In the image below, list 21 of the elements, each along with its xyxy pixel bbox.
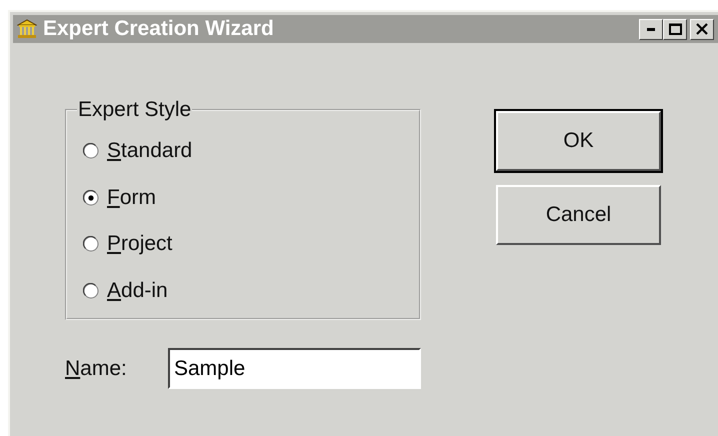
radio-button[interactable] (83, 143, 99, 160)
maximize-icon (668, 23, 682, 35)
radio-option[interactable]: Add-in (83, 268, 168, 314)
maximize-button[interactable] (663, 18, 687, 40)
name-label: Name: (65, 356, 128, 380)
close-button[interactable] (690, 18, 714, 40)
radio-button[interactable] (83, 282, 99, 299)
window-title: Expert Creation Wizard (43, 17, 275, 41)
radio-button[interactable] (83, 236, 99, 252)
dialog-button[interactable]: OK (496, 111, 661, 171)
close-icon (696, 23, 708, 35)
minimize-button[interactable] (639, 18, 663, 40)
radio-option[interactable]: Standard (83, 128, 192, 174)
radio-button[interactable] (83, 190, 99, 206)
radio-option[interactable]: Form (83, 174, 156, 221)
input-field[interactable]: Sample (168, 348, 421, 389)
group-title: Expert Style (77, 98, 192, 122)
radio-option[interactable]: Project (83, 221, 172, 268)
minimize-icon (647, 28, 655, 30)
dialog-button[interactable]: Cancel (496, 185, 661, 245)
building-icon (17, 19, 37, 39)
